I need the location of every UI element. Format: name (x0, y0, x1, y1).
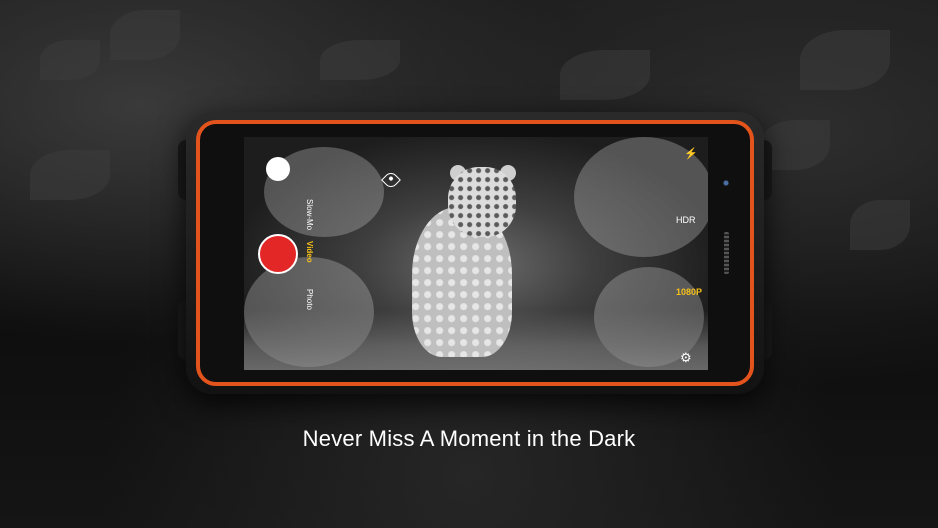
tagline: Never Miss A Moment in the Dark (302, 426, 636, 451)
mode-slow-mo[interactable]: Slow-Mo (305, 199, 314, 230)
resolution-indicator[interactable]: 1080P (676, 287, 702, 297)
record-button[interactable] (258, 234, 298, 274)
mode-photo[interactable]: Photo (305, 289, 314, 310)
shutter-button[interactable] (266, 157, 290, 181)
gear-icon[interactable]: ⚙ (680, 351, 692, 364)
camera-viewfinder[interactable]: Slow-Mo Video Photo ⚡ HDR 1080P ⚙ (244, 137, 708, 370)
leopard-head (448, 167, 516, 237)
mode-video[interactable]: Video (305, 241, 314, 263)
eye-icon[interactable] (381, 170, 401, 190)
flash-icon[interactable]: ⚡ (684, 147, 698, 160)
speaker-grille (724, 232, 729, 274)
hdr-toggle[interactable]: HDR (676, 215, 696, 225)
front-camera (722, 179, 730, 187)
